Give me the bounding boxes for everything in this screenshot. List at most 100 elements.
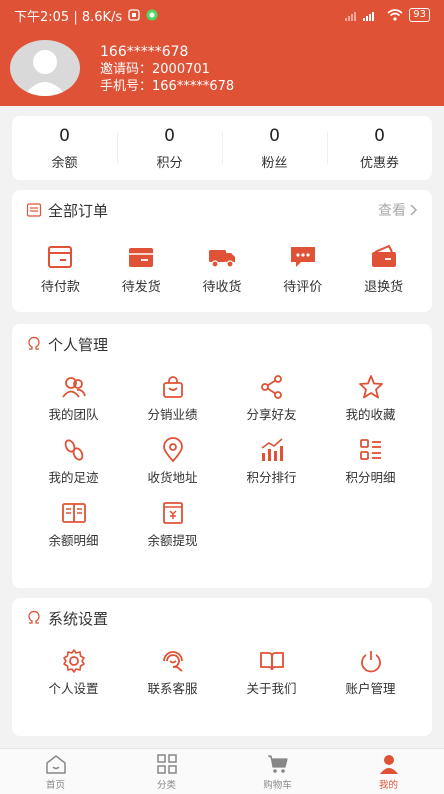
stat-value: 0 [374,125,385,146]
stats-card: 0 余额 0 积分 0 粉丝 0 优惠券 [12,116,432,180]
battery-icon: 93 [409,8,430,22]
stat-points[interactable]: 0 积分 [117,116,222,180]
grid-item-label: 收货地址 [147,470,198,485]
settings-header: 系统设置 [12,598,432,638]
order-return-exchange[interactable]: 退换货 [343,244,424,295]
home-icon [45,753,67,775]
stat-fans[interactable]: 0 粉丝 [222,116,327,180]
tab-home[interactable]: 首页 [0,749,111,794]
avatar[interactable] [10,40,80,96]
user-icon [378,753,400,775]
omega-icon [26,336,42,352]
status-bar: 下午2:05 | 8.6K/s 93 [0,0,444,30]
omega-icon [26,610,42,626]
system-settings-card: 系统设置 个人设置 联系客服 关于我们 账户管理 [12,598,432,736]
grid-item-label: 积分明细 [345,470,396,485]
user-name: 166*****678 [100,44,189,60]
withdraw-icon [160,500,186,526]
my-footprints[interactable]: 我的足迹 [24,437,123,486]
stat-balance[interactable]: 0 余额 [12,116,117,180]
points-ranking[interactable]: 积分排行 [222,437,321,486]
tab-category[interactable]: 分类 [111,749,222,794]
share-friends[interactable]: 分享好友 [222,374,321,423]
grid-item-label: 我的团队 [48,407,99,422]
status-time: 下午2:05 | 8.6K/s [14,9,123,25]
grid-item-label: 账户管理 [345,681,396,696]
settings-title: 系统设置 [48,609,109,628]
tab-label: 我的 [378,779,398,791]
notification-icon [128,9,140,21]
stat-label: 积分 [156,155,183,171]
order-item-label: 待收货 [202,280,242,295]
grid-item-label: 分销业绩 [147,407,198,422]
invite-code: 邀请码：2000701 [100,62,210,77]
tab-mine[interactable]: 我的 [333,749,444,794]
tab-label: 首页 [45,779,65,791]
points-detail[interactable]: 积分明细 [321,437,420,486]
profile-header: 166*****678 邀请码：2000701 手机号：166*****678 [0,30,444,106]
stat-value: 0 [59,125,70,146]
grid-item-label: 我的足迹 [48,470,99,485]
order-item-label: 待评价 [283,280,323,295]
balance-withdraw[interactable]: 余额提现 [123,500,222,549]
contact-service[interactable]: 联系客服 [123,648,222,697]
wechat-icon [146,9,158,21]
about-us[interactable]: 关于我们 [222,648,321,697]
book-icon [61,500,87,526]
order-item-label: 待发货 [121,280,161,295]
team-icon [61,374,87,400]
my-team[interactable]: 我的团队 [24,374,123,423]
distribution-performance[interactable]: 分销业绩 [123,374,222,423]
order-pending-shipment[interactable]: 待发货 [101,244,182,295]
grid-item-label: 分享好友 [246,407,297,422]
wifi-icon [387,9,403,21]
tab-label: 分类 [156,779,176,791]
order-list-icon [26,202,42,218]
bottom-tab-bar: 首页 分类 购物车 我的 [0,748,444,794]
grid-item-label: 个人设置 [48,681,99,696]
orders-header[interactable]: 全部订单 查看 [12,190,432,230]
grid-item-label: 余额提现 [147,533,198,548]
stat-label: 余额 [51,155,78,171]
personal-settings[interactable]: 个人设置 [24,648,123,697]
order-pending-review[interactable]: 待评价 [262,244,343,295]
orders-title: 全部订单 [48,201,109,220]
grid-item-label: 积分排行 [246,470,297,485]
user-info: 166*****678 邀请码：2000701 手机号：166*****678 [100,44,234,95]
stat-value: 0 [269,125,280,146]
grid-item-label: 我的收藏 [345,407,396,422]
shipping-address[interactable]: 收货地址 [123,437,222,486]
grid-item-label: 关于我们 [246,681,297,696]
view-more-label: 查看 [378,203,406,219]
tab-cart[interactable]: 购物车 [222,749,333,794]
star-icon [358,374,384,400]
return-icon [369,244,399,270]
orders-card: 全部订单 查看 待付款 待发货 待收货 待评价 退换货 [12,190,432,312]
order-item-label: 待付款 [40,280,80,295]
list-icon [358,437,384,463]
cart-icon [267,753,289,775]
stat-value: 0 [164,125,175,146]
category-icon [156,753,178,775]
share-icon [259,374,285,400]
order-item-label: 退换货 [364,280,404,295]
wallet-icon [45,244,75,270]
view-all-orders[interactable]: 查看 [378,200,418,220]
service-icon [160,648,186,674]
stat-label: 粉丝 [261,155,288,171]
personal-header: 个人管理 [12,324,432,364]
truck-icon [207,244,237,270]
ranking-icon [259,437,285,463]
order-pending-payment[interactable]: 待付款 [20,244,101,295]
grid-item-label: 余额明细 [48,533,99,548]
stat-coupons[interactable]: 0 优惠券 [327,116,432,180]
account-management[interactable]: 账户管理 [321,648,420,697]
open-book-icon [259,648,285,674]
balance-detail[interactable]: 余额明细 [24,500,123,549]
gear-icon [61,648,87,674]
order-pending-receipt[interactable]: 待收货 [182,244,263,295]
box-icon [126,244,156,270]
signal-icon [345,9,381,21]
my-favorites[interactable]: 我的收藏 [321,374,420,423]
chevron-right-icon [410,204,418,216]
